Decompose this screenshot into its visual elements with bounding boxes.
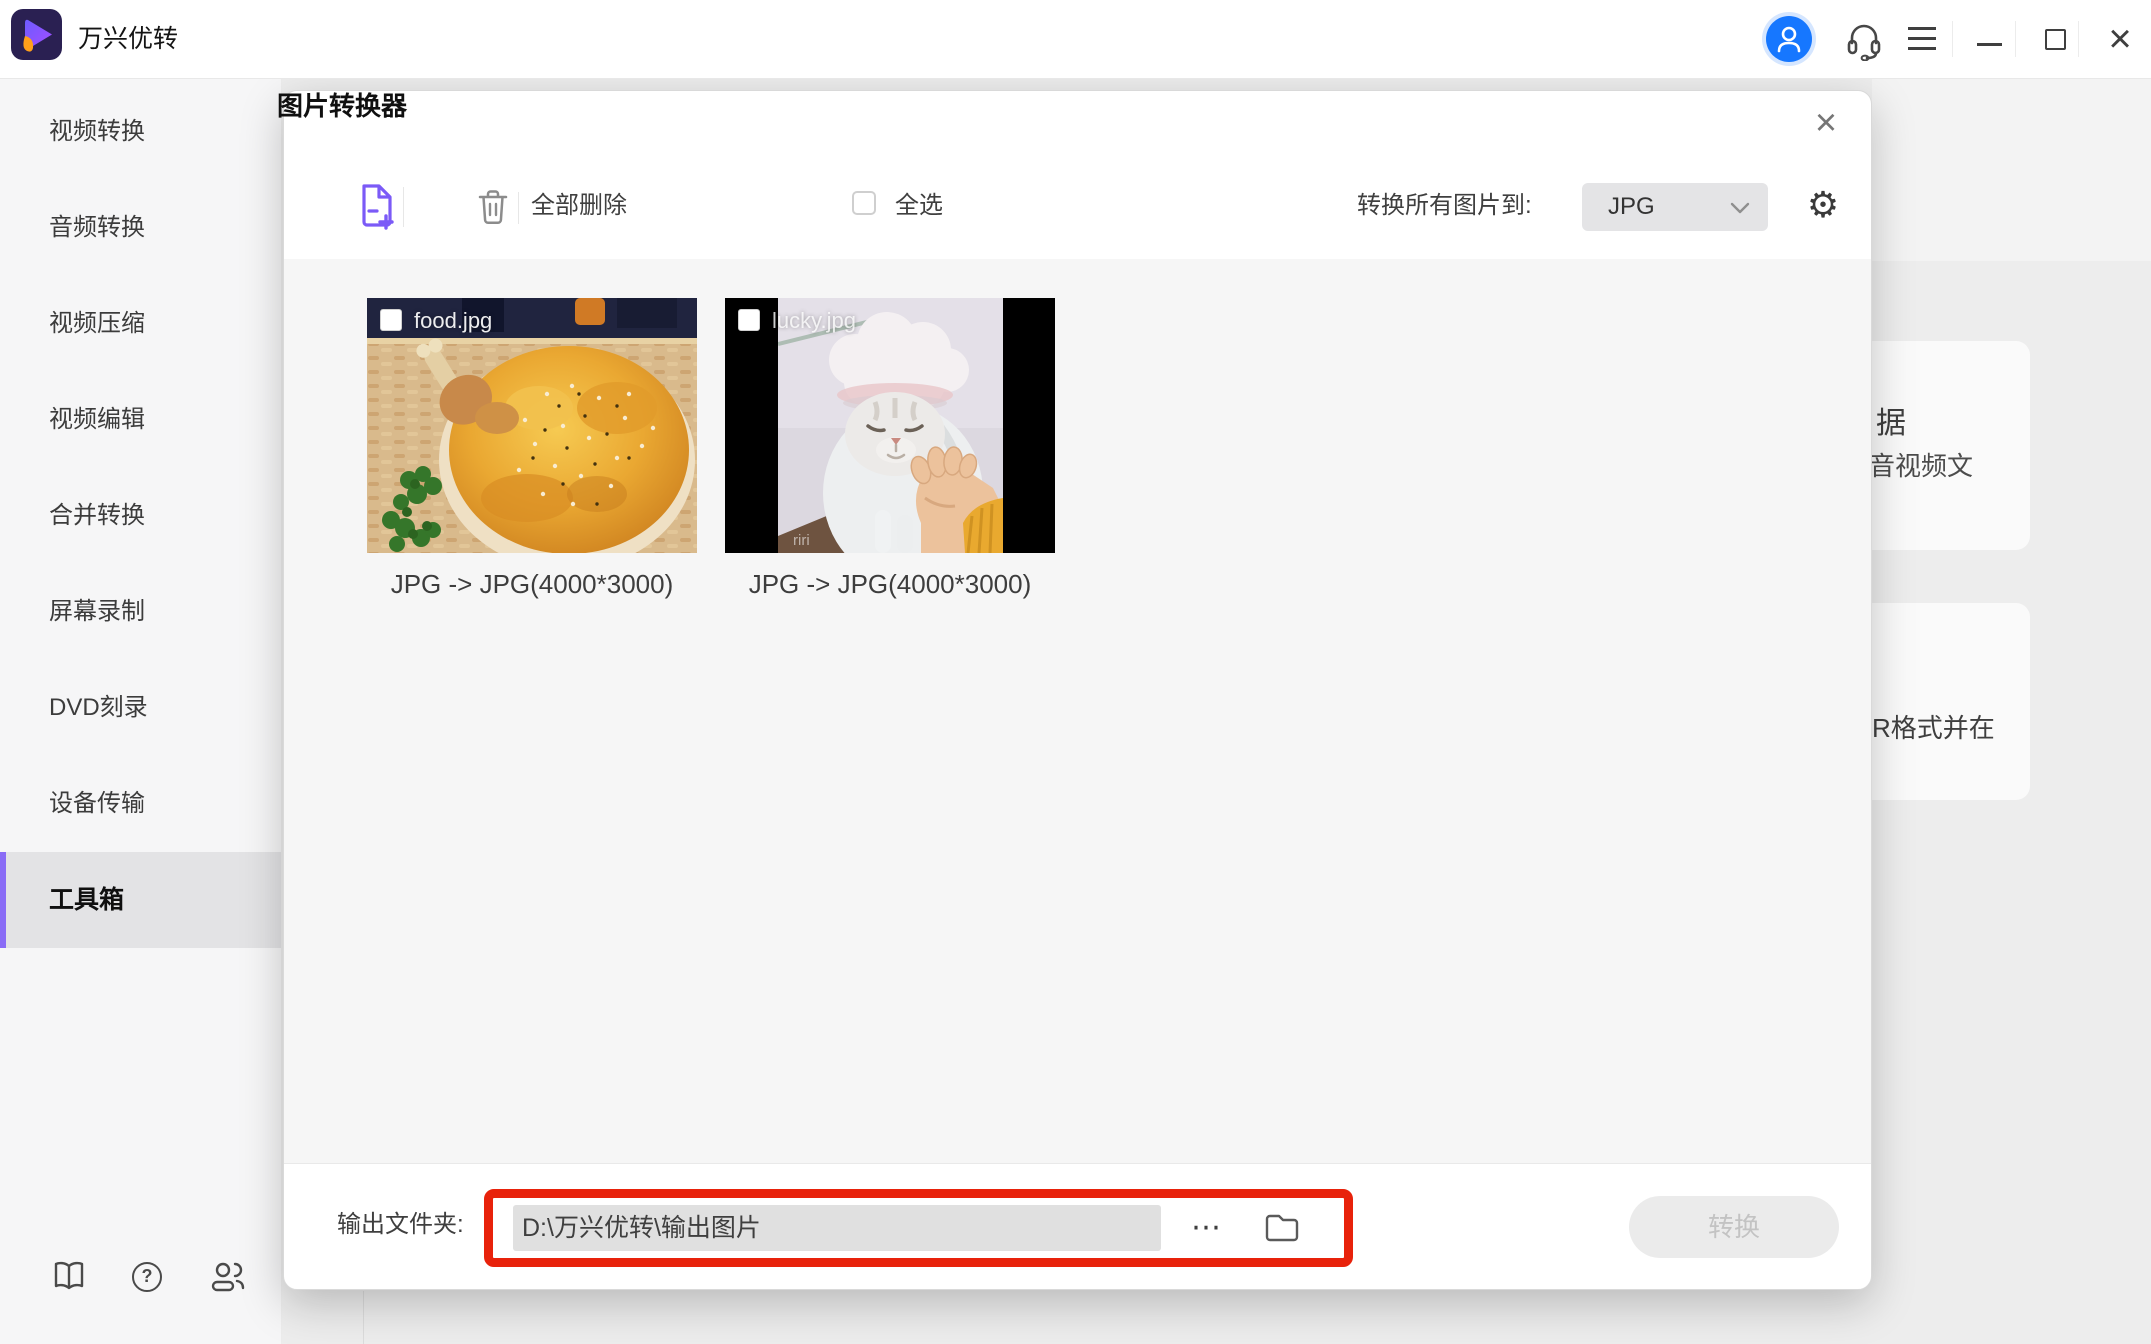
- close-window-icon[interactable]: ×: [2098, 14, 2142, 64]
- sidebar-item-toolbox[interactable]: 工具箱: [0, 852, 281, 948]
- manual-book-icon[interactable]: [52, 1260, 86, 1292]
- output-path-input[interactable]: D:\万兴优转\输出图片: [513, 1205, 1161, 1251]
- toolbar-divider: [518, 192, 519, 224]
- background-card-2-text: R格式并在: [1872, 708, 1995, 745]
- footer-divider: [284, 1163, 1872, 1164]
- conversion-caption: JPG -> JPG(4000*3000): [367, 569, 697, 600]
- conversion-caption: JPG -> JPG(4000*3000): [725, 569, 1055, 600]
- file-name: lucky.jpg: [772, 308, 856, 334]
- titlebar-divider: [1952, 21, 1953, 57]
- sidebar-item-screen-record[interactable]: 屏幕录制: [0, 564, 281, 660]
- output-folder-label: 输出文件夹:: [337, 1204, 464, 1239]
- sidebar-item-dvd-burn[interactable]: DVD刻录: [0, 660, 281, 756]
- food-image: [367, 298, 697, 553]
- file-name: food.jpg: [414, 308, 492, 334]
- app-window: 据 音视频文 R格式并在 万兴优转: [0, 0, 2151, 1344]
- trash-icon[interactable]: [478, 188, 508, 226]
- community-users-icon[interactable]: [210, 1260, 246, 1294]
- background-card-1-subtitle: 音视频文: [1869, 446, 1973, 483]
- sidebar-item-video-convert[interactable]: 视频转换: [0, 84, 281, 180]
- support-headset-icon[interactable]: [1844, 19, 1884, 61]
- sidebar-item-merge-convert[interactable]: 合并转换: [0, 468, 281, 564]
- sidebar: 视频转换 音频转换 视频压缩 视频编辑 合并转换 屏幕录制 DVD刻录 设备传输…: [0, 78, 282, 1344]
- help-question-icon[interactable]: ?: [132, 1262, 162, 1292]
- chevron-down-icon: [1730, 202, 1750, 214]
- app-logo: [11, 9, 62, 60]
- file-thumbnail-food[interactable]: food.jpg: [367, 298, 697, 553]
- image-watermark: riri: [793, 532, 810, 549]
- background-panel-edge: [363, 1291, 364, 1344]
- titlebar-divider: [2015, 21, 2016, 57]
- open-folder-icon[interactable]: [1264, 1211, 1300, 1243]
- toolbar-divider: [403, 187, 404, 227]
- app-title: 万兴优转: [78, 0, 178, 78]
- settings-gear-icon[interactable]: ⚙: [1803, 185, 1843, 225]
- convert-all-label: 转换所有图片到:: [1357, 191, 1532, 221]
- dialog-title: 图片转换器: [277, 86, 407, 123]
- sidebar-item-video-edit[interactable]: 视频编辑: [0, 372, 281, 468]
- delete-all-button[interactable]: 全部删除: [531, 191, 627, 221]
- file-checkbox[interactable]: [380, 309, 402, 331]
- titlebar-divider: [2078, 21, 2079, 57]
- cat-image: riri: [725, 298, 1055, 553]
- maximize-icon[interactable]: [2045, 29, 2066, 50]
- add-file-icon[interactable]: [358, 182, 396, 230]
- file-thumbnail-lucky[interactable]: riri lucky.jpg: [725, 298, 1055, 553]
- convert-button[interactable]: 转换: [1629, 1196, 1839, 1258]
- sidebar-item-audio-convert[interactable]: 音频转换: [0, 180, 281, 276]
- menu-hamburger-icon[interactable]: [1908, 27, 1936, 51]
- user-icon: [1766, 16, 1812, 62]
- file-checkbox[interactable]: [738, 309, 760, 331]
- browse-more-button[interactable]: ⋯: [1181, 1205, 1231, 1251]
- image-converter-dialog: × 全部删除 全选 转换所有图片到: JPG: [283, 90, 1872, 1290]
- background-card-1-title: 据: [1876, 398, 1906, 442]
- dialog-close-icon[interactable]: ×: [1802, 99, 1850, 147]
- user-avatar[interactable]: [1766, 16, 1812, 62]
- minimize-icon[interactable]: [1977, 43, 2002, 46]
- background-header-strip: [1872, 78, 2151, 261]
- format-dropdown[interactable]: JPG: [1582, 183, 1768, 231]
- file-grid-area: food.jpg JPG -> JPG(4000*3000): [284, 259, 1872, 1163]
- sidebar-item-device-transfer[interactable]: 设备传输: [0, 756, 281, 852]
- format-dropdown-value: JPG: [1608, 183, 1655, 231]
- titlebar: 万兴优转 ×: [0, 0, 2151, 79]
- select-all-label[interactable]: 全选: [895, 191, 943, 221]
- sidebar-item-video-compress[interactable]: 视频压缩: [0, 276, 281, 372]
- select-all-checkbox[interactable]: [852, 191, 876, 215]
